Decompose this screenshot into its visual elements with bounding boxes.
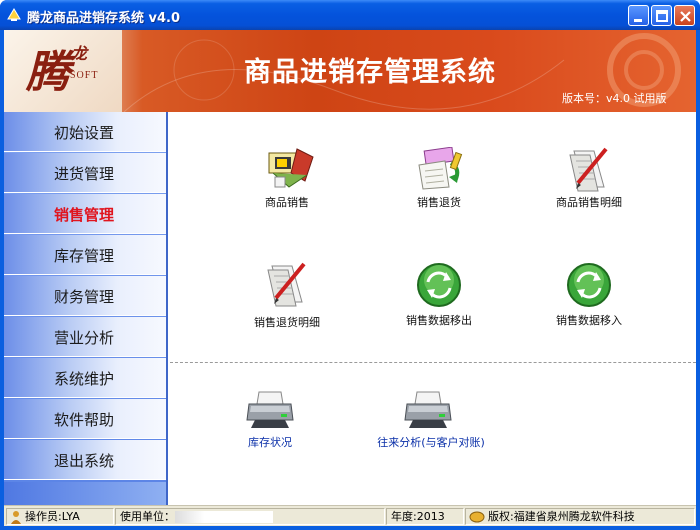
status-company: 使用单位： xyxy=(115,508,385,525)
year-text: 年度:2013 xyxy=(391,510,445,523)
operator-text: 操作员:LYA xyxy=(25,510,80,523)
printer-icon xyxy=(246,391,294,428)
data-import-icon xyxy=(567,263,611,307)
return-detail-icon xyxy=(267,262,306,307)
logo-sub-char: 龙 xyxy=(71,44,88,63)
window-title: 腾龙商品进销存系统 v4.0 xyxy=(27,11,181,26)
logo-main-char: 腾 xyxy=(26,47,70,98)
status-copyright: 版权:福建省泉州腾龙软件科技 xyxy=(465,508,695,525)
sidebar-item-finance[interactable]: 财务管理 xyxy=(4,276,166,316)
sidebar-item-label: 系统维护 xyxy=(54,370,115,388)
status-operator: 操作员:LYA xyxy=(6,508,114,525)
tool-sales-return[interactable]: 销售退货 xyxy=(394,147,484,212)
printer-icon xyxy=(404,391,452,428)
app-window: 腾龙商品进销存系统 v4.0 腾 龙 SOFT 商品进销存管理系统 版本号：v4… xyxy=(0,0,700,530)
tool-label: 销售退货明细 xyxy=(254,316,320,329)
tool-return-detail[interactable]: 销售退货明细 xyxy=(242,262,332,332)
logo: 腾 龙 SOFT xyxy=(4,30,122,112)
sidebar-item-business-analysis[interactable]: 营业分析 xyxy=(4,317,166,357)
sidebar-item-label: 进货管理 xyxy=(54,165,115,183)
minimize-icon xyxy=(634,19,642,22)
status-year: 年度:2013 xyxy=(386,508,464,525)
sidebar-item-label: 软件帮助 xyxy=(54,411,115,429)
report-inventory-status[interactable]: 库存状况 xyxy=(230,390,310,450)
header-banner: 腾 龙 SOFT 商品进销存管理系统 版本号：v4.0 试用版 xyxy=(4,30,696,112)
tool-data-export[interactable]: 销售数据移出 xyxy=(394,262,484,332)
maximize-icon xyxy=(656,10,668,22)
main-panel: 商品销售 销售退货 商品销售明细 销售退货明细 销售数据移出 销售数据移入 库存… xyxy=(170,112,696,505)
client-area: 腾 龙 SOFT 商品进销存管理系统 版本号：v4.0 试用版 初始设置 进货管… xyxy=(4,30,696,526)
sidebar-item-help[interactable]: 软件帮助 xyxy=(4,399,166,439)
tool-sales[interactable]: 商品销售 xyxy=(242,147,332,212)
logo-soft-text: SOFT xyxy=(70,70,99,81)
copyright-text: 版权:福建省泉州腾龙软件科技 xyxy=(488,510,635,523)
company-value-redacted xyxy=(175,511,273,523)
banner-title: 商品进销存管理系统 xyxy=(244,57,496,88)
tool-label: 销售数据移出 xyxy=(406,314,472,327)
tool-label: 销售数据移入 xyxy=(556,314,622,327)
company-label: 使用单位： xyxy=(120,510,175,523)
tool-label: 商品销售明细 xyxy=(556,196,622,209)
section-divider xyxy=(170,362,696,363)
sidebar-item-label: 初始设置 xyxy=(54,124,115,142)
sidebar-item-label: 销售管理 xyxy=(54,206,115,224)
sales-icon xyxy=(268,148,314,188)
handshake-icon xyxy=(469,511,485,523)
tool-sales-detail[interactable]: 商品销售明细 xyxy=(544,147,634,212)
sidebar-item-label: 库存管理 xyxy=(54,247,115,265)
sidebar-item-purchase[interactable]: 进货管理 xyxy=(4,153,166,193)
sidebar-footer xyxy=(4,482,166,505)
sidebar-item-inventory[interactable]: 库存管理 xyxy=(4,235,166,275)
version-label: 版本号：v4.0 试用版 xyxy=(562,92,667,105)
sidebar-item-label: 财务管理 xyxy=(54,288,115,306)
user-icon xyxy=(11,511,21,524)
sidebar-item-sales[interactable]: 销售管理 xyxy=(4,194,166,234)
sidebar: 初始设置 进货管理 销售管理 库存管理 财务管理 营业分析 系统维护 软件帮助 … xyxy=(4,112,168,505)
sales-return-icon xyxy=(418,147,463,190)
sidebar-item-label: 退出系统 xyxy=(54,452,115,470)
tool-label: 销售退货 xyxy=(417,196,461,209)
close-icon xyxy=(680,11,691,22)
sales-detail-icon xyxy=(569,147,608,192)
tool-label: 商品销售 xyxy=(265,196,309,209)
sidebar-item-exit[interactable]: 退出系统 xyxy=(4,440,166,480)
tool-data-import[interactable]: 销售数据移入 xyxy=(544,262,634,332)
title-bar[interactable]: 腾龙商品进销存系统 v4.0 xyxy=(0,0,700,30)
data-export-icon xyxy=(417,263,461,307)
sidebar-item-system-maintenance[interactable]: 系统维护 xyxy=(4,358,166,398)
app-icon xyxy=(7,8,21,21)
sidebar-item-init-settings[interactable]: 初始设置 xyxy=(4,112,166,152)
sidebar-item-label: 营业分析 xyxy=(54,329,115,347)
report-account-analysis[interactable]: 往来分析(与客户对账) xyxy=(366,390,496,450)
maximize-button[interactable] xyxy=(651,5,672,26)
status-bar: 操作员:LYA 使用单位： 年度:2013 版权:福建省泉州腾龙软件科技 xyxy=(4,505,696,526)
minimize-button[interactable] xyxy=(628,5,649,26)
report-label: 库存状况 xyxy=(248,436,292,449)
close-button[interactable] xyxy=(674,5,695,26)
report-label: 往来分析(与客户对账) xyxy=(377,436,485,449)
